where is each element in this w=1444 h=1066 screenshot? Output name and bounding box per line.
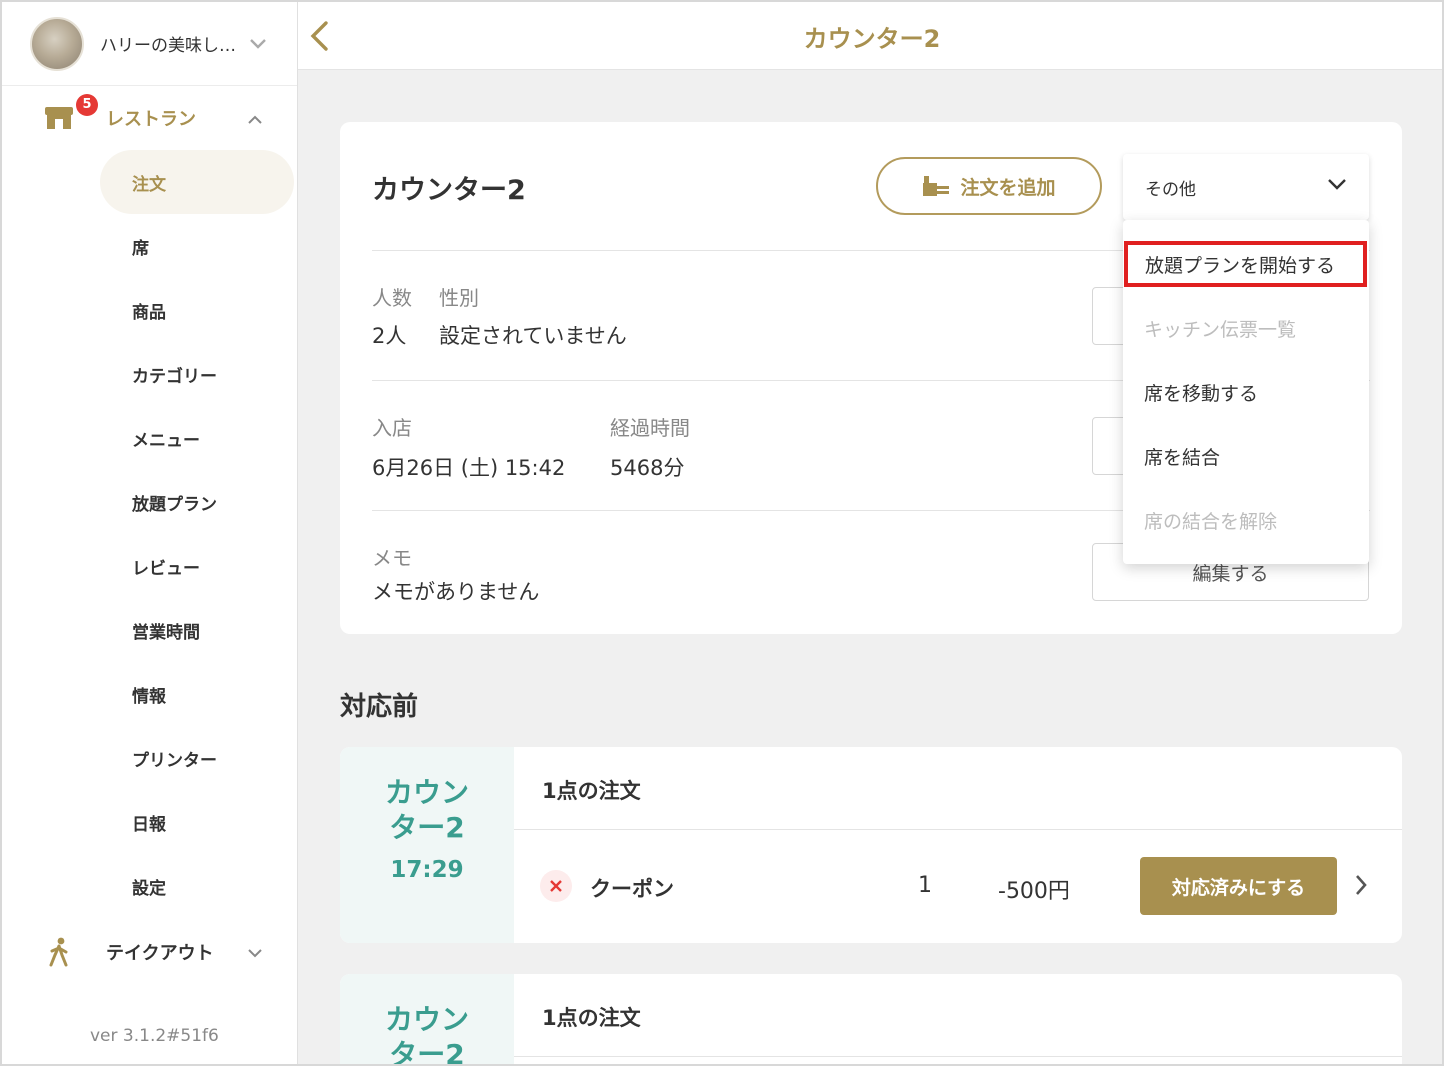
sidebar-item-menu[interactable]: メニュー bbox=[100, 406, 294, 470]
order-card: カウン ター2 1点の注文 bbox=[340, 974, 1402, 1066]
add-order-button[interactable]: 注文を追加 bbox=[876, 157, 1102, 215]
walking-person-icon bbox=[44, 937, 74, 967]
order-card: カウン ター2 17:29 1点の注文 クーポン 1 -500円 対応済みにする bbox=[340, 747, 1402, 943]
add-order-label: 注文を追加 bbox=[960, 176, 1056, 199]
seat-title: カウンター2 bbox=[372, 175, 526, 206]
order-item-name: クーポン bbox=[590, 877, 674, 901]
version-text: ver 3.1.2#51f6 bbox=[90, 1026, 219, 1046]
sidebar-item-settings[interactable]: 設定 bbox=[100, 854, 294, 918]
nav-group-takeout[interactable]: テイクアウト bbox=[2, 920, 298, 984]
notification-badge: 5 bbox=[76, 94, 98, 116]
sidebar-item-all-you-can-plans[interactable]: 放題プラン bbox=[100, 470, 294, 534]
other-actions-select[interactable]: その他 bbox=[1123, 154, 1369, 220]
menu-item-merge-seat[interactable]: 席を結合 bbox=[1123, 424, 1369, 488]
app-frame: ハリーの美味し… 5 レストラン 注文 席 商品 カテゴリー メニュー 放題プラ… bbox=[0, 0, 1444, 1066]
mark-done-button[interactable]: 対応済みにする bbox=[1140, 857, 1337, 915]
menu-item-kitchen-tickets[interactable]: キッチン伝票一覧 bbox=[1123, 296, 1369, 360]
section-title: 対応前 bbox=[340, 692, 419, 722]
order-item-price: -500円 bbox=[998, 879, 1070, 904]
order-count: 1点の注文 bbox=[542, 779, 641, 803]
sidebar-item-daily-report[interactable]: 日報 bbox=[100, 790, 294, 854]
checkin-label: 入店 bbox=[372, 416, 412, 440]
sidebar-item-business-hours[interactable]: 営業時間 bbox=[100, 598, 294, 662]
menu-item-start-plan[interactable]: 放題プランを開始する bbox=[1124, 241, 1367, 287]
store-name: ハリーの美味し… bbox=[100, 36, 236, 56]
order-seat-panel: カウン ター2 17:29 bbox=[340, 747, 514, 943]
elapsed-label: 経過時間 bbox=[610, 416, 690, 440]
other-select-value: その他 bbox=[1145, 179, 1196, 200]
menu-item-move-seat[interactable]: 席を移動する bbox=[1123, 360, 1369, 424]
gender-label: 性別 bbox=[439, 286, 479, 310]
sidebar-item-categories[interactable]: カテゴリー bbox=[100, 342, 294, 406]
top-bar: カウンター2 bbox=[298, 2, 1442, 70]
store-switcher[interactable]: ハリーの美味し… bbox=[2, 2, 297, 86]
cancel-item-icon[interactable] bbox=[540, 870, 572, 902]
chevron-right-icon[interactable] bbox=[1354, 873, 1368, 901]
order-seat-name: カウン ター2 bbox=[340, 1002, 514, 1066]
people-value: 2人 bbox=[372, 324, 407, 348]
chevron-down-icon bbox=[1327, 176, 1347, 196]
nav-group-restaurant[interactable]: 5 レストラン bbox=[2, 86, 298, 150]
other-actions-menu: 放題プランを開始する キッチン伝票一覧 席を移動する 席を結合 席の結合を解除 bbox=[1123, 220, 1369, 564]
nav-group-label: レストラン bbox=[106, 109, 196, 130]
divider bbox=[514, 1056, 1402, 1057]
seat-name-line: ター2 bbox=[389, 1038, 465, 1066]
chevron-down-icon bbox=[248, 943, 262, 962]
elapsed-value: 5468分 bbox=[610, 456, 685, 480]
sidebar-item-reviews[interactable]: レビュー bbox=[100, 534, 294, 598]
memo-value: メモがありません bbox=[372, 580, 540, 604]
seat-name-line: カウン bbox=[384, 776, 469, 809]
order-time: 17:29 bbox=[390, 857, 464, 883]
chevron-down-icon bbox=[250, 34, 266, 53]
checkin-value: 6月26日 (土) 15:42 bbox=[372, 456, 566, 480]
order-count: 1点の注文 bbox=[542, 1006, 641, 1030]
chevron-up-icon bbox=[248, 109, 262, 128]
cart-icon bbox=[923, 176, 950, 196]
seat-name-line: カウン bbox=[384, 1003, 469, 1036]
menu-item-unmerge-seat[interactable]: 席の結合を解除 bbox=[1123, 488, 1369, 552]
order-item-qty: 1 bbox=[918, 873, 932, 898]
seat-name-line: ター2 bbox=[389, 811, 465, 844]
store-avatar bbox=[30, 16, 84, 71]
sidebar-item-info[interactable]: 情報 bbox=[100, 662, 294, 726]
sidebar: ハリーの美味し… 5 レストラン 注文 席 商品 カテゴリー メニュー 放題プラ… bbox=[2, 2, 298, 1064]
memo-label: メモ bbox=[372, 546, 412, 570]
sidebar-item-orders[interactable]: 注文 bbox=[100, 150, 294, 214]
clipped-nav-item bbox=[44, 998, 284, 1014]
store-icon bbox=[44, 103, 74, 133]
gender-value: 設定されていません bbox=[439, 324, 627, 348]
order-seat-panel: カウン ター2 bbox=[340, 974, 514, 1066]
sidebar-item-printers[interactable]: プリンター bbox=[100, 726, 294, 790]
divider bbox=[514, 829, 1402, 830]
sidebar-item-seats[interactable]: 席 bbox=[100, 214, 294, 278]
sidebar-item-products[interactable]: 商品 bbox=[100, 278, 294, 342]
nav-group-label: テイクアウト bbox=[106, 943, 214, 964]
order-seat-name: カウン ター2 bbox=[340, 775, 514, 845]
page-title: カウンター2 bbox=[803, 25, 941, 53]
people-label: 人数 bbox=[372, 286, 412, 310]
